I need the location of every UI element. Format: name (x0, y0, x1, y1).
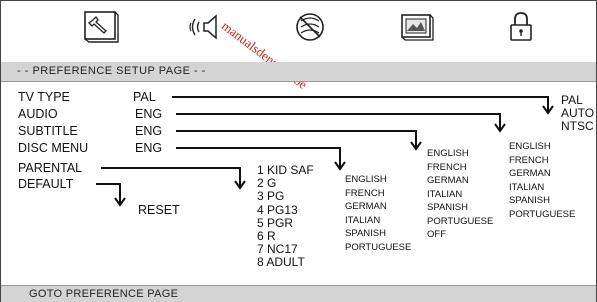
audio-options: ENGLISH FRENCH GERMAN ITALIAN SPANISH PO… (509, 140, 575, 221)
reset-option[interactable]: RESET (138, 203, 180, 217)
list-item[interactable]: FRENCH (427, 161, 493, 175)
list-item[interactable]: OFF (427, 228, 493, 242)
list-item[interactable]: ENGLISH (427, 147, 493, 161)
list-item[interactable]: GERMAN (345, 200, 411, 214)
list-item[interactable]: ITALIAN (427, 188, 493, 202)
disc-menu-options: ENGLISH FRENCH GERMAN ITALIAN SPANISH PO… (345, 173, 411, 254)
list-item[interactable]: PORTUGUESE (509, 208, 575, 222)
list-item[interactable]: 4 PG13 (257, 203, 314, 217)
list-item[interactable]: ENGLISH (345, 173, 411, 187)
parental-options: 1 KID SAF 2 G 3 PG 4 PG13 5 PGR 6 R 7 NC… (257, 163, 314, 270)
list-item[interactable]: GERMAN (427, 174, 493, 188)
tv-type-options: PAL AUTO NTSC (561, 93, 594, 134)
list-item[interactable]: SPANISH (427, 201, 493, 215)
list-item[interactable]: 3 PG (257, 190, 314, 203)
list-item[interactable]: FRENCH (345, 187, 411, 201)
subtitle-options: ENGLISH FRENCH GERMAN ITALIAN SPANISH PO… (427, 147, 493, 242)
list-item[interactable]: SPANISH (345, 227, 411, 241)
list-item[interactable]: PORTUGUESE (427, 215, 493, 229)
footer-bar: GOTO PREFERENCE PAGE (1, 285, 596, 302)
list-item[interactable]: ENGLISH (509, 140, 575, 154)
list-item[interactable]: PORTUGUESE (345, 241, 411, 255)
list-item[interactable]: ITALIAN (509, 181, 575, 195)
footer-status: GOTO PREFERENCE PAGE (29, 288, 179, 300)
list-item[interactable]: ITALIAN (345, 214, 411, 228)
list-item[interactable]: FRENCH (509, 154, 575, 168)
list-item[interactable]: GERMAN (509, 167, 575, 181)
list-item[interactable]: NTSC (561, 120, 594, 133)
list-item[interactable]: 8 ADULT (257, 256, 314, 269)
list-item[interactable]: SPANISH (509, 194, 575, 208)
